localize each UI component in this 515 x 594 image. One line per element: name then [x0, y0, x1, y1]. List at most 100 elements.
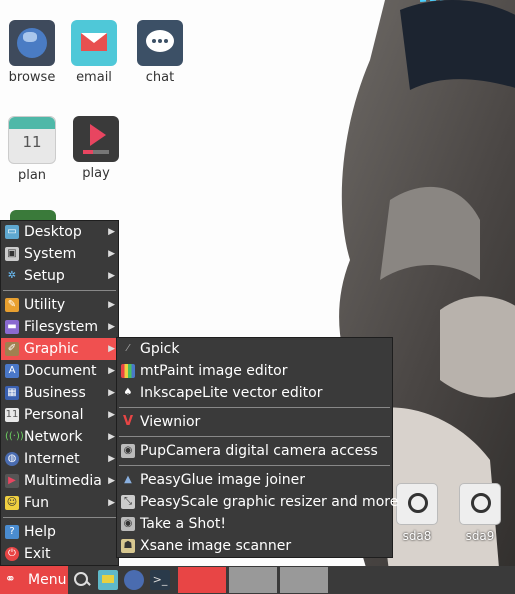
chevron-right-icon: ▶ — [108, 344, 115, 354]
menu-separator — [119, 465, 390, 466]
submenu-item-label: Viewnior — [140, 414, 201, 430]
taskbar-slot[interactable] — [229, 567, 277, 593]
globe-icon[interactable] — [124, 570, 144, 590]
viewnior-icon: V — [122, 414, 134, 429]
submenu-item-label: mtPaint image editor — [140, 363, 288, 379]
submenu-item-gpick[interactable]: ⁄ Gpick — [117, 338, 392, 360]
gear-icon: ✲ — [7, 270, 17, 281]
icon-label: plan — [17, 168, 47, 183]
icon-label: play — [82, 166, 110, 181]
menu-item-graphic[interactable]: ✐ Graphic ▶ — [1, 338, 118, 360]
multimedia-icon: ▶ — [5, 474, 19, 488]
menu-item-personal[interactable]: 11 Personal ▶ — [1, 404, 118, 426]
submenu-item-peasyglue[interactable]: ▲ PeasyGlue image joiner — [117, 469, 392, 491]
submenu-item-label: Take a Shot! — [140, 516, 226, 532]
menu-item-label: Multimedia — [24, 473, 102, 489]
menu-item-system[interactable]: ▣ System ▶ — [1, 243, 118, 265]
submenu-item-peasyscale[interactable]: ⤡ PeasyScale graphic resizer and more — [117, 491, 398, 513]
menu-item-network[interactable]: ((·)) Network ▶ — [1, 426, 118, 448]
menu-item-multimedia[interactable]: ▶ Multimedia ▶ — [1, 470, 118, 492]
drive-icon — [396, 483, 438, 525]
desktop-icon-chat[interactable]: chat — [128, 20, 192, 85]
desktop-icon-email[interactable]: email — [62, 20, 126, 85]
globe-icon — [9, 20, 55, 66]
chevron-right-icon: ▶ — [108, 322, 115, 332]
chat-bubble-icon — [137, 20, 183, 66]
calendar-icon: 11 — [5, 408, 19, 422]
menu-button[interactable]: ⚭ Menu — [0, 566, 68, 594]
taskbar-slot-active[interactable] — [178, 567, 226, 593]
calculator-icon: ▦ — [5, 386, 19, 400]
color-picker-icon: ⁄ — [127, 343, 129, 354]
submenu-item-label: InkscapeLite vector editor — [140, 385, 323, 401]
chevron-right-icon: ▶ — [108, 454, 115, 464]
submenu-item-viewnior[interactable]: V Viewnior — [117, 411, 392, 433]
camera-icon: ◉ — [121, 444, 135, 458]
menu-item-filesystem[interactable]: ▬ Filesystem ▶ — [1, 316, 118, 338]
submenu-item-take-a-shot[interactable]: ◉ Take a Shot! — [117, 513, 392, 535]
chevron-right-icon: ▶ — [108, 271, 115, 281]
menu-separator — [119, 407, 390, 408]
mtpaint-icon — [121, 364, 135, 378]
menu-item-setup[interactable]: ✲ Setup ▶ — [1, 265, 118, 287]
submenu-item-label: Xsane image scanner — [140, 538, 292, 554]
chevron-right-icon: ▶ — [108, 300, 115, 310]
submenu-item-label: PeasyScale graphic resizer and more — [140, 494, 399, 510]
menu-item-label: Document — [24, 363, 97, 379]
menu-item-help[interactable]: ? Help — [1, 521, 118, 543]
desktop-icon-plan[interactable]: 11 plan — [0, 116, 64, 183]
puppy-paw-icon: ⚭ — [5, 572, 16, 587]
menu-item-exit[interactable]: ⏻ Exit — [1, 543, 118, 565]
inkscape-icon: ♠ — [123, 387, 133, 398]
chevron-right-icon: ▶ — [108, 476, 115, 486]
play-icon — [73, 116, 119, 162]
document-icon: A — [5, 364, 19, 378]
submenu-item-mtpaint[interactable]: mtPaint image editor — [117, 360, 392, 382]
chevron-right-icon: ▶ — [108, 366, 115, 376]
desktop-icon: ▭ — [5, 225, 19, 239]
desktop-icon[interactable] — [98, 570, 118, 590]
search-icon[interactable] — [72, 570, 92, 590]
help-icon: ? — [5, 525, 19, 539]
submenu-item-xsane[interactable]: ☗ Xsane image scanner — [117, 535, 392, 557]
menu-item-label: Setup — [24, 268, 65, 284]
menu-item-desktop[interactable]: ▭ Desktop ▶ — [1, 221, 118, 243]
menu-item-utility[interactable]: ✎ Utility ▶ — [1, 294, 118, 316]
menu-item-label: Help — [24, 524, 56, 540]
taskbar-slot[interactable] — [280, 567, 328, 593]
submenu-item-label: PeasyGlue image joiner — [140, 472, 306, 488]
taskbar: ⚭ Menu >_ — [0, 566, 515, 594]
chevron-right-icon: ▶ — [108, 249, 115, 259]
icon-label: browse — [8, 70, 56, 85]
main-menu: ▭ Desktop ▶ ▣ System ▶ ✲ Setup ▶ ✎ Utility ▶ ▬ Fi… — [0, 220, 119, 566]
power-icon: ⏻ — [5, 547, 19, 561]
desktop-icon-browse[interactable]: browse — [0, 20, 64, 85]
desktop-icon-play[interactable]: play — [64, 116, 128, 181]
calendar-icon: 11 — [8, 116, 56, 164]
scanner-icon: ☗ — [121, 539, 135, 553]
network-icon: ((·)) — [5, 431, 24, 442]
globe-icon: ◍ — [5, 452, 19, 466]
menu-item-label: Filesystem — [24, 319, 99, 335]
menu-item-internet[interactable]: ◍ Internet ▶ — [1, 448, 118, 470]
drive-icon-sda9[interactable]: sda9 — [448, 483, 512, 543]
calendar-day: 11 — [22, 133, 42, 151]
menu-item-document[interactable]: A Document ▶ — [1, 360, 118, 382]
menu-item-label: Exit — [24, 546, 51, 562]
terminal-icon[interactable]: >_ — [150, 570, 170, 590]
chevron-right-icon: ▶ — [108, 227, 115, 237]
chevron-right-icon: ▶ — [108, 410, 115, 420]
menu-item-label: Utility — [24, 297, 66, 313]
menu-item-fun[interactable]: ☺ Fun ▶ — [1, 492, 118, 514]
submenu-item-inkscapelite[interactable]: ♠ InkscapeLite vector editor — [117, 382, 392, 404]
submenu-item-pupcamera[interactable]: ◉ PupCamera digital camera access — [117, 440, 392, 462]
wrench-icon: ✎ — [5, 298, 19, 312]
icon-label: chat — [145, 70, 175, 85]
menu-item-label: Fun — [24, 495, 50, 511]
chevron-right-icon: ▶ — [108, 432, 115, 442]
menu-item-business[interactable]: ▦ Business ▶ — [1, 382, 118, 404]
menu-item-label: Personal — [24, 407, 84, 423]
submenu-item-label: Gpick — [140, 341, 180, 357]
drive-icon — [459, 483, 501, 525]
folder-icon: ▬ — [5, 320, 19, 334]
